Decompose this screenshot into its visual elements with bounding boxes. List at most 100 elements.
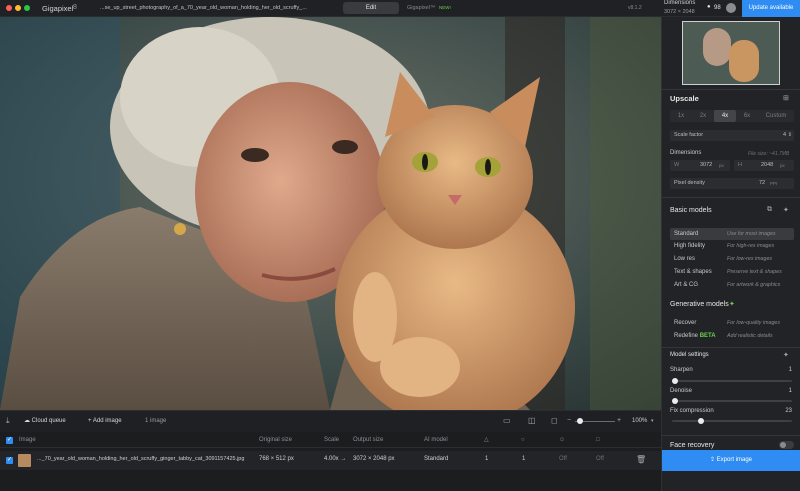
- column-compression-icon: □: [596, 437, 600, 443]
- model-low-res[interactable]: Low res For low-res images: [670, 253, 794, 265]
- cloud-queue-button[interactable]: ☁ Cloud queue: [24, 414, 80, 429]
- tab-gigapixel[interactable]: Gigapixel™ NEW!: [407, 2, 457, 14]
- row-checkbox[interactable]: ✓: [6, 457, 13, 464]
- sharpen-slider-knob[interactable]: [672, 378, 678, 384]
- pixel-density-unit: PPI: [770, 181, 778, 186]
- image-count: 1 image: [145, 418, 167, 424]
- zoom-out-icon[interactable]: −: [567, 417, 571, 424]
- fix-compression-label: Fix compression: [670, 408, 714, 414]
- zoom-level[interactable]: 100%: [632, 418, 647, 424]
- pixel-density-label: Pixel density: [674, 180, 705, 186]
- file-title: ...se_up_street_photography_of_a_70_year…: [100, 5, 307, 11]
- add-image-button[interactable]: + Add image: [88, 414, 136, 429]
- model-name: Recover: [674, 320, 697, 326]
- model-recover[interactable]: Recover For low-quality images: [670, 317, 794, 329]
- width-field[interactable]: W 3072 px: [670, 160, 730, 171]
- cloud-icon: ☁: [24, 418, 30, 424]
- tab-edit[interactable]: Edit: [343, 2, 399, 14]
- update-available-button[interactable]: Update available: [742, 0, 800, 17]
- divider: [662, 89, 800, 90]
- row-sharpen: 1: [485, 456, 489, 462]
- scale-factor-field[interactable]: Scale factor 4 ⇕: [670, 130, 794, 141]
- single-view-icon[interactable]: ▭: [503, 416, 511, 425]
- row-face-recovery: Off: [559, 456, 567, 462]
- scale-factor-stepper-icon[interactable]: ⇕: [788, 130, 792, 141]
- fix-compression-slider[interactable]: [672, 418, 792, 424]
- zoom-slider-knob[interactable]: [577, 418, 583, 424]
- face-recovery-label: Face recovery: [670, 442, 715, 449]
- image-preview[interactable]: [0, 17, 661, 410]
- column-output-size[interactable]: Output size: [353, 433, 383, 447]
- scale-option-4x[interactable]: 4x: [714, 110, 736, 122]
- row-compression: Off: [596, 456, 604, 462]
- side-by-side-view-icon[interactable]: ◻: [551, 416, 558, 425]
- zoom-slider[interactable]: [575, 418, 615, 424]
- minimize-window-button[interactable]: [15, 5, 21, 11]
- column-original-size[interactable]: Original size: [259, 433, 292, 447]
- file-size-estimate: File size: ~41.7MB: [748, 151, 790, 157]
- export-image-label: Export image: [716, 457, 753, 463]
- height-field[interactable]: H 2048 px: [734, 160, 794, 171]
- photo-woman-with-cat: [0, 17, 661, 410]
- collapse-queue-icon[interactable]: ⤓: [6, 416, 10, 426]
- model-standard[interactable]: Standard Use for most images: [670, 228, 794, 240]
- denoise-slider[interactable]: [672, 398, 792, 404]
- settings-panel: Upscale ⊞ 1x 2x 4x 6x Custom Scale facto…: [661, 17, 800, 491]
- model-name: High fidelity: [674, 243, 706, 249]
- scale-factor-label: Scale factor: [674, 132, 704, 138]
- sharpen-slider[interactable]: [672, 378, 792, 384]
- zoom-in-icon[interactable]: +: [617, 417, 621, 424]
- model-description: For high-res images: [727, 243, 775, 249]
- export-icon: ⇪: [709, 457, 715, 463]
- close-window-button[interactable]: [6, 5, 12, 11]
- model-text-shapes[interactable]: Text & shapes Preserve text & shapes: [670, 266, 794, 278]
- fix-compression-slider-knob[interactable]: [698, 418, 705, 424]
- denoise-slider-knob[interactable]: [672, 398, 678, 404]
- select-all-checkbox[interactable]: ✓: [6, 437, 13, 444]
- navigator-thumbnail[interactable]: [682, 21, 780, 85]
- delete-icon[interactable]: 🗑: [636, 451, 646, 468]
- model-art-cg[interactable]: Art & CG For artwork & graphics: [670, 279, 794, 291]
- export-image-button[interactable]: ⇪ Export image: [662, 450, 800, 471]
- model-description: For low-res images: [727, 256, 773, 262]
- sparkle-icon[interactable]: ✦: [783, 206, 789, 214]
- scale-option-1x[interactable]: 1x: [670, 110, 692, 122]
- column-denoise-icon: ○: [521, 437, 525, 443]
- basic-models-title: Basic models: [670, 207, 712, 214]
- column-scale[interactable]: Scale: [324, 433, 339, 447]
- row-output-size: 3072 × 2048 px: [353, 456, 395, 462]
- beta-badge: BETA: [699, 333, 716, 339]
- column-ai-model[interactable]: AI model: [424, 433, 448, 447]
- toggle-knob: [780, 442, 786, 448]
- maximize-window-button[interactable]: [24, 5, 30, 11]
- model-redefine[interactable]: Redefine BETA Add realistic details: [670, 330, 794, 342]
- row-denoise: 1: [522, 456, 526, 462]
- divider: [662, 347, 800, 348]
- split-view-icon[interactable]: ◫: [528, 416, 536, 425]
- column-image[interactable]: Image: [19, 433, 36, 447]
- chevron-down-icon[interactable]: ▾: [651, 418, 654, 424]
- scale-option-6x[interactable]: 6x: [736, 110, 758, 122]
- thumbnail-cat: [729, 40, 759, 82]
- scale-segmented-control: 1x 2x 4x 6x Custom: [670, 110, 794, 122]
- pixel-density-field[interactable]: Pixel density 72 PPI: [670, 178, 794, 189]
- queue-header: ✓ Image Original size Scale Output size …: [0, 433, 661, 448]
- app-name: Gigapixel: [42, 4, 74, 13]
- scale-option-2x[interactable]: 2x: [692, 110, 714, 122]
- model-description: Add realistic details: [727, 333, 773, 339]
- avatar[interactable]: [726, 3, 736, 13]
- row-original-size: 768 × 512 px: [259, 456, 294, 462]
- crop-icon[interactable]: ⊞: [783, 94, 789, 102]
- auto-settings-icon[interactable]: ✦: [783, 351, 789, 359]
- model-high-fidelity[interactable]: High fidelity For high-res images: [670, 240, 794, 252]
- model-description: Use for most images: [727, 231, 776, 237]
- face-recovery-toggle[interactable]: [779, 441, 794, 449]
- compare-icon[interactable]: ⧉: [767, 206, 772, 214]
- model-settings-title: Model settings: [670, 352, 709, 358]
- generative-sparkle-icon: ✦: [729, 301, 735, 308]
- divider: [662, 197, 800, 198]
- divider: [662, 435, 800, 436]
- scale-option-custom[interactable]: Custom: [758, 110, 794, 122]
- table-row[interactable]: ✓ ..._70_year_old_woman_holding_her_old_…: [0, 451, 661, 470]
- row-scale: 4.00x →: [324, 456, 347, 462]
